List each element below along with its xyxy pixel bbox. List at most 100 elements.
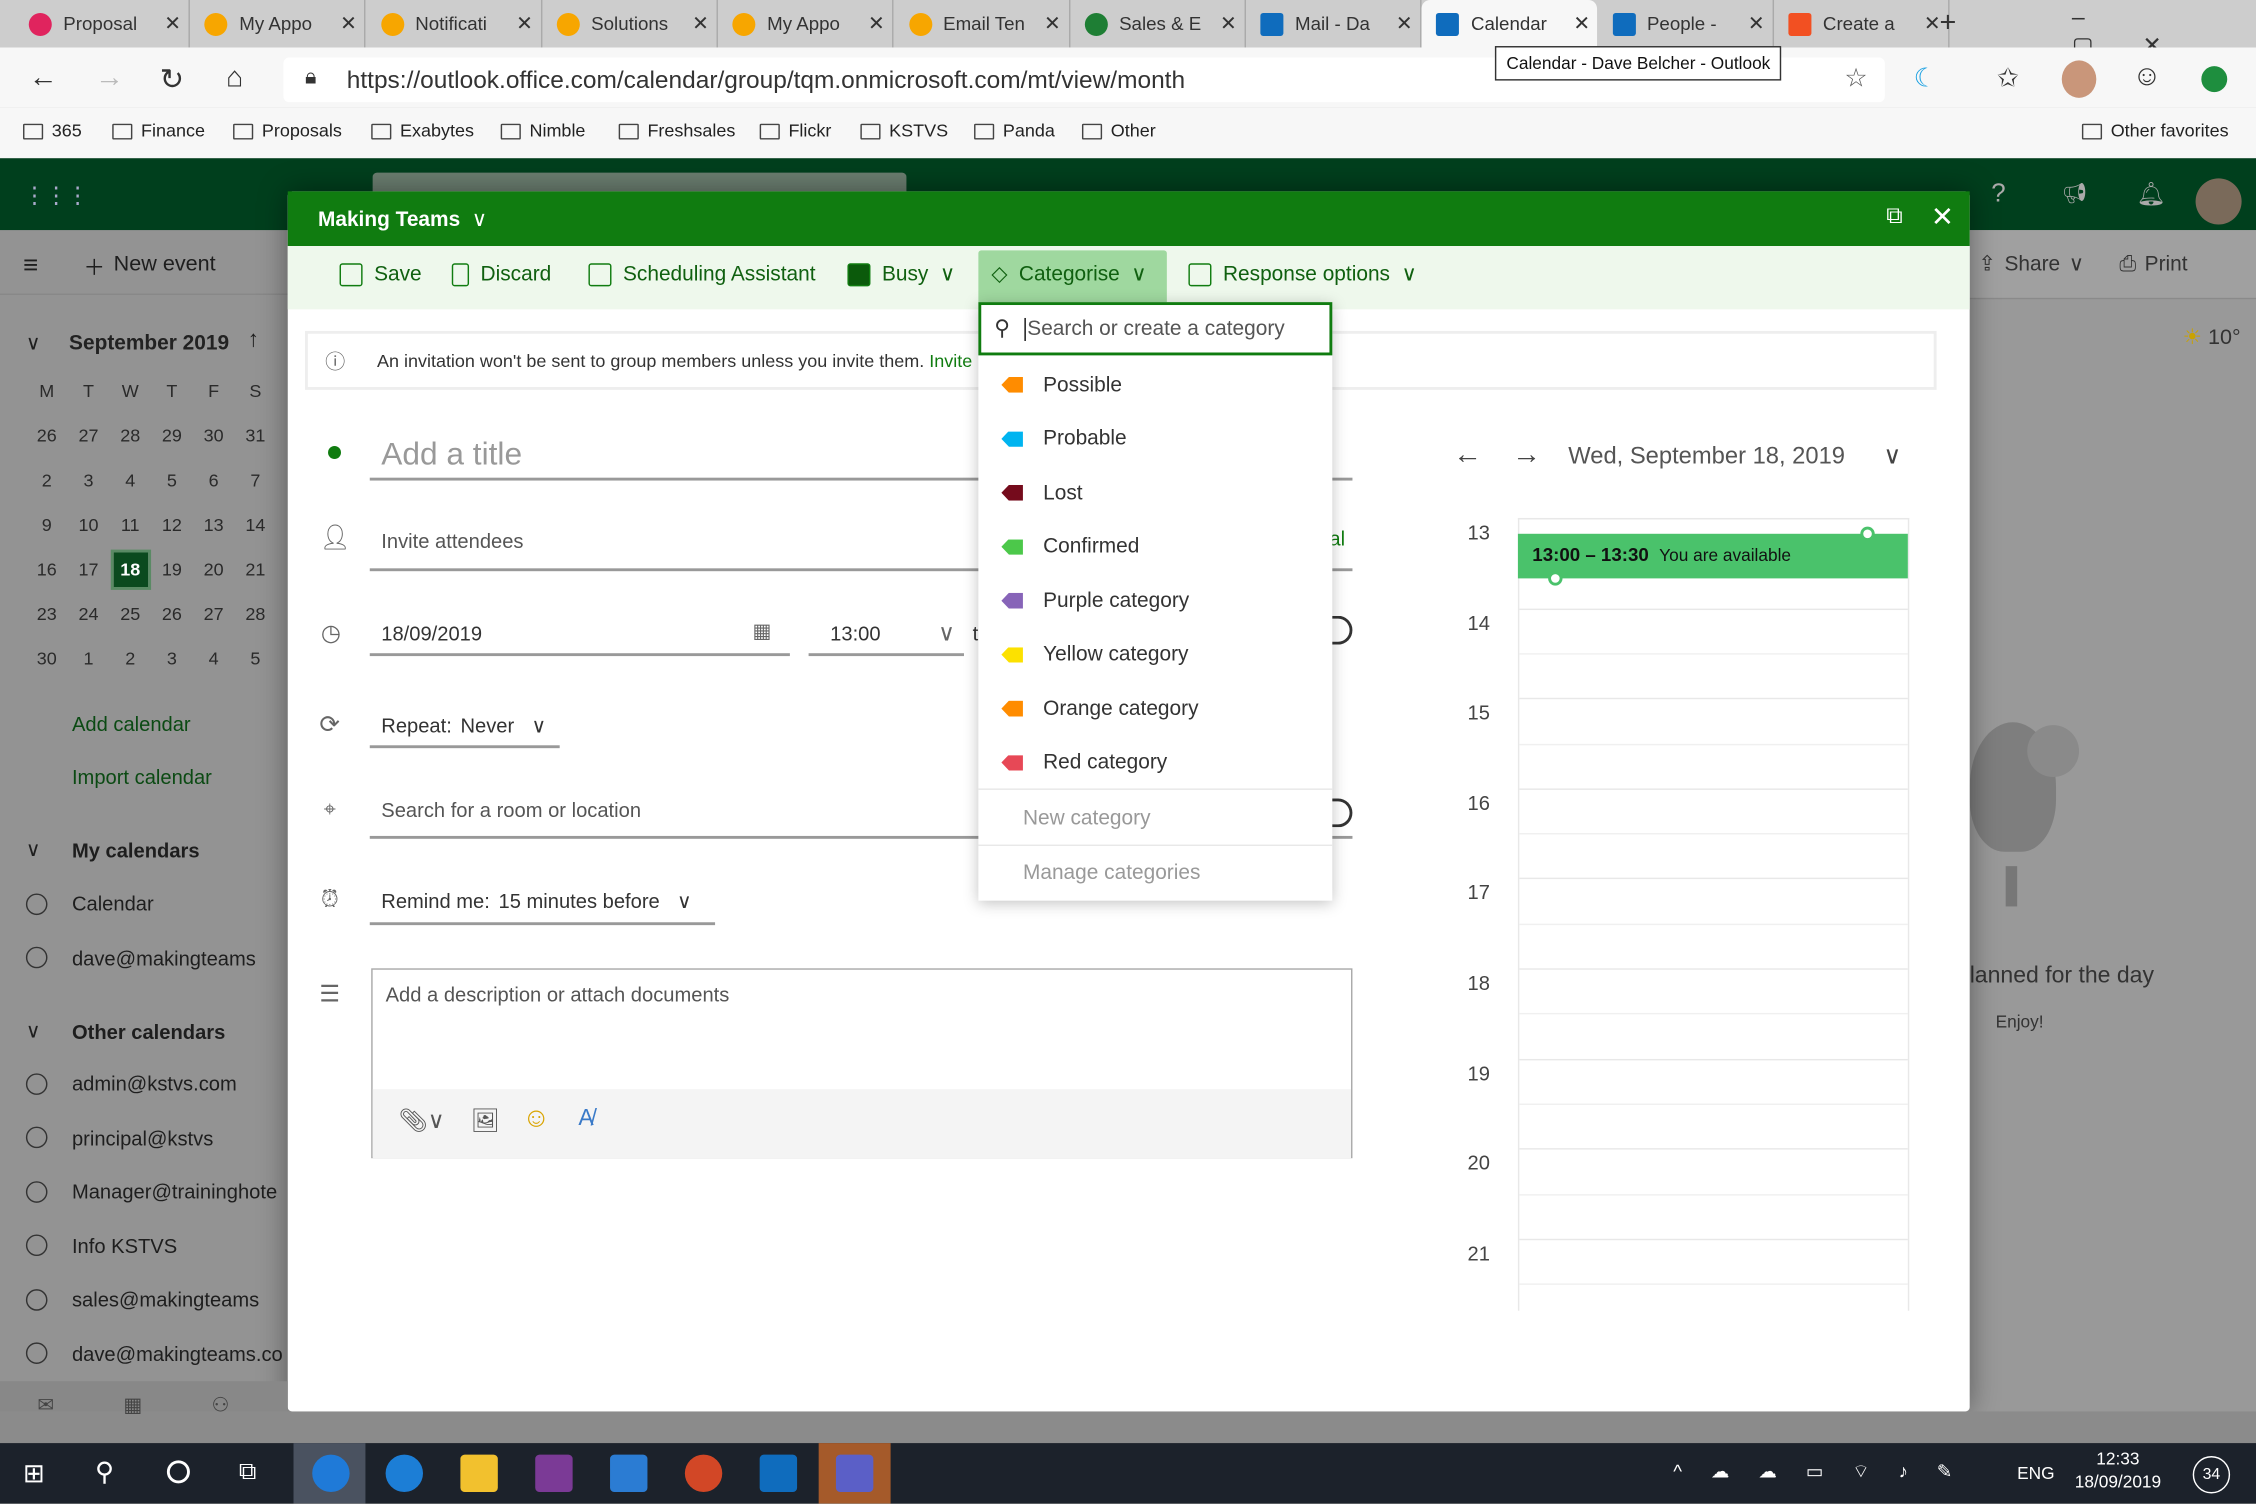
calendar-list-item[interactable]: dave@makingteams.co bbox=[25, 1342, 283, 1365]
calendar-checkbox[interactable] bbox=[25, 1072, 48, 1095]
browser-tab[interactable]: My Appo ✕ bbox=[190, 0, 366, 48]
response-options-button[interactable]: Response options ∨ bbox=[1188, 263, 1417, 287]
browser-tab[interactable]: Sales & E ✕ bbox=[1070, 0, 1246, 48]
pop-out-icon[interactable]: ⧉ bbox=[1886, 204, 1902, 230]
notifications-bell-icon[interactable]: 🔔︎ bbox=[2137, 180, 2166, 209]
calendar-day[interactable]: 23 bbox=[26, 591, 68, 636]
bookmark-folder[interactable]: Panda bbox=[974, 121, 1055, 141]
system-tray-icons[interactable]: ^☁☁▭⌔♪✎ bbox=[1673, 1460, 1981, 1483]
emoji-icon[interactable]: ☺ bbox=[522, 1104, 550, 1136]
close-tab-icon[interactable]: ✕ bbox=[157, 12, 189, 36]
help-icon[interactable]: ? bbox=[1991, 178, 2005, 208]
language-indicator[interactable]: ENG bbox=[2017, 1463, 2054, 1483]
bookmark-folder[interactable]: Exabytes bbox=[371, 121, 474, 141]
busy-dropdown[interactable]: Busy ∨ bbox=[847, 263, 955, 287]
location-input[interactable]: Search for a room or location bbox=[381, 799, 641, 822]
taskbar-file-explorer[interactable] bbox=[460, 1454, 498, 1493]
calendar-day[interactable]: 31 bbox=[235, 413, 277, 458]
calendar-list-item[interactable]: dave@makingteams bbox=[25, 946, 256, 969]
calendar-day[interactable]: 21 bbox=[235, 547, 277, 592]
category-item[interactable]: Orange category bbox=[978, 682, 1332, 735]
favorites-icon[interactable]: ✩ bbox=[1997, 63, 2019, 93]
user-avatar[interactable] bbox=[2195, 178, 2242, 225]
calendar-day[interactable]: 14 bbox=[235, 502, 277, 547]
browser-tab[interactable]: People - ✕ bbox=[1598, 0, 1774, 48]
calendar-day[interactable]: 30 bbox=[26, 636, 68, 681]
next-day-arrow-icon[interactable]: → bbox=[1512, 439, 1541, 472]
calendar-day[interactable]: 5 bbox=[235, 636, 277, 681]
profile-avatar[interactable] bbox=[2061, 60, 2097, 98]
start-date-input[interactable]: 18/09/2019 bbox=[381, 622, 482, 645]
close-tab-icon[interactable]: ✕ bbox=[1389, 12, 1421, 36]
calendar-day[interactable]: 13 bbox=[193, 502, 235, 547]
bookmark-folder[interactable]: Proposals bbox=[233, 121, 342, 141]
calendar-checkbox[interactable] bbox=[25, 1288, 48, 1311]
browser-tab[interactable]: Create a ✕ bbox=[1774, 0, 1950, 48]
discard-button[interactable]: Discard bbox=[451, 263, 551, 287]
bookmark-folder[interactable]: Freshsales bbox=[618, 121, 735, 141]
category-item[interactable]: Purple category bbox=[978, 574, 1332, 627]
browser-tab[interactable]: Solutions ✕ bbox=[542, 0, 718, 48]
resize-handle-bottom[interactable] bbox=[1548, 571, 1563, 586]
refresh-icon[interactable]: ↻ bbox=[160, 62, 184, 98]
calendar-day[interactable]: 4 bbox=[109, 458, 151, 503]
taskbar-onenote[interactable] bbox=[535, 1454, 573, 1493]
collapse-icon[interactable]: ∨ bbox=[26, 1019, 41, 1043]
calendar-day[interactable]: 17 bbox=[68, 547, 110, 592]
calendar-list-item[interactable]: sales@makingteams bbox=[25, 1288, 259, 1311]
bookmark-folder[interactable]: Nimble bbox=[500, 121, 585, 141]
calendar-day[interactable]: 1 bbox=[68, 636, 110, 681]
formatting-icon[interactable]: A̸ bbox=[578, 1106, 593, 1132]
title-input[interactable]: Add a title bbox=[381, 436, 522, 473]
bookmark-folder[interactable]: 365 bbox=[23, 121, 82, 141]
other-calendars-heading[interactable]: Other calendars bbox=[72, 1020, 225, 1043]
whats-new-icon[interactable]: 📢︎ bbox=[2062, 181, 2088, 205]
calendar-day[interactable]: 30 bbox=[193, 413, 235, 458]
other-favorites[interactable]: Other favorites bbox=[2081, 121, 2229, 141]
taskbar-todo[interactable] bbox=[610, 1454, 648, 1493]
collapse-icon[interactable]: ∨ bbox=[26, 837, 41, 861]
clock[interactable]: 12:33 18/09/2019 bbox=[2075, 1449, 2161, 1492]
calendar-day[interactable]: 7 bbox=[235, 458, 277, 503]
new-tab-button[interactable]: + bbox=[1939, 7, 1956, 40]
bookmark-folder[interactable]: KSTVS bbox=[860, 121, 948, 141]
module-switcher-icons[interactable]: ✉▦⚇ bbox=[37, 1393, 298, 1417]
close-tab-icon[interactable]: ✕ bbox=[1037, 12, 1069, 36]
prev-day-arrow-icon[interactable]: ← bbox=[1453, 439, 1482, 472]
calendar-list-item[interactable]: Calendar bbox=[25, 892, 154, 915]
bookmark-folder[interactable]: Other bbox=[1081, 121, 1156, 141]
forward-icon[interactable]: → bbox=[95, 62, 124, 95]
manage-categories-item[interactable]: Manage categories bbox=[978, 846, 1332, 899]
calendar-list-item[interactable]: Manager@traininghote bbox=[25, 1180, 277, 1203]
task-view-icon[interactable]: ⧉ bbox=[239, 1457, 256, 1486]
calendar-picker-icon[interactable]: ▦ bbox=[752, 619, 771, 643]
invite-link[interactable]: Invite bbox=[929, 351, 972, 371]
calendar-checkbox[interactable] bbox=[25, 1126, 48, 1149]
calendar-day[interactable]: 20 bbox=[193, 547, 235, 592]
calendar-checkbox[interactable] bbox=[25, 892, 48, 915]
category-search-input[interactable]: ⚲ Search or create a category bbox=[978, 302, 1333, 356]
sync-icon[interactable] bbox=[2201, 66, 2228, 93]
close-tab-icon[interactable]: ✕ bbox=[1213, 12, 1245, 36]
prev-month-arrow-icon[interactable]: ↑ bbox=[247, 328, 259, 354]
bookmark-folder[interactable]: Finance bbox=[112, 121, 205, 141]
home-icon[interactable]: ⌂ bbox=[226, 62, 243, 95]
calendar-day[interactable]: 16 bbox=[26, 547, 68, 592]
close-tab-icon[interactable]: ✕ bbox=[685, 12, 717, 36]
browser-tab[interactable]: Email Ten ✕ bbox=[894, 0, 1070, 48]
calendar-day[interactable]: 24 bbox=[68, 591, 110, 636]
new-event-button[interactable]: ＋ New event bbox=[83, 252, 215, 282]
categorise-button[interactable]: ◇ Categorise ∨ bbox=[978, 250, 1167, 306]
collapse-month-icon[interactable]: ∨ bbox=[26, 331, 41, 355]
print-button[interactable]: ⎙ Print bbox=[2119, 253, 2187, 276]
calendar-day[interactable]: 2 bbox=[109, 636, 151, 681]
browser-tab[interactable]: Proposal ✕ bbox=[14, 0, 190, 48]
browser-tab[interactable]: Mail - Da ✕ bbox=[1246, 0, 1422, 48]
description-box[interactable]: Add a description or attach documents 📎︎… bbox=[371, 968, 1353, 1159]
calendar-day[interactable]: 27 bbox=[68, 413, 110, 458]
search-icon[interactable]: ⚲ bbox=[95, 1457, 114, 1487]
chevron-down-icon[interactable]: ∨ bbox=[1883, 442, 1901, 471]
calendar-checkbox[interactable] bbox=[25, 1180, 48, 1203]
browser-tab[interactable]: Calendar ✕ bbox=[1422, 0, 1598, 48]
favorite-star-icon[interactable]: ☆ bbox=[1844, 63, 1867, 93]
